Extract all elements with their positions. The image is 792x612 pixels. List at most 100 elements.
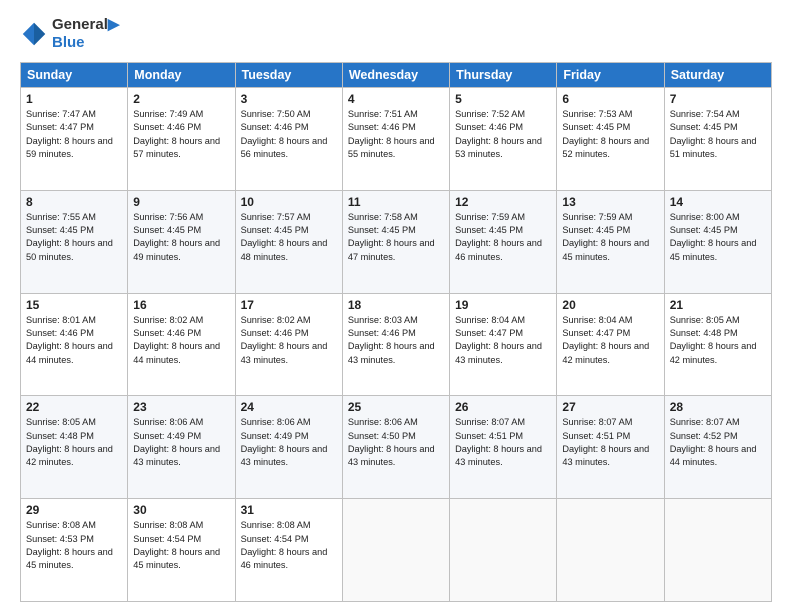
day-number: 29 — [26, 503, 122, 517]
logo-icon — [20, 20, 48, 48]
day-number: 18 — [348, 298, 444, 312]
day-info: Sunrise: 7:47 AMSunset: 4:47 PMDaylight:… — [26, 108, 122, 161]
day-info: Sunrise: 7:58 AMSunset: 4:45 PMDaylight:… — [348, 211, 444, 264]
day-info: Sunrise: 7:52 AMSunset: 4:46 PMDaylight:… — [455, 108, 551, 161]
day-info: Sunrise: 7:56 AMSunset: 4:45 PMDaylight:… — [133, 211, 229, 264]
day-cell — [450, 499, 557, 602]
day-cell: 26 Sunrise: 8:07 AMSunset: 4:51 PMDayligh… — [450, 396, 557, 499]
day-number: 17 — [241, 298, 337, 312]
day-cell: 29 Sunrise: 8:08 AMSunset: 4:53 PMDayligh… — [21, 499, 128, 602]
day-cell: 18 Sunrise: 8:03 AMSunset: 4:46 PMDayligh… — [342, 293, 449, 396]
day-number: 6 — [562, 92, 658, 106]
day-cell: 21 Sunrise: 8:05 AMSunset: 4:48 PMDayligh… — [664, 293, 771, 396]
day-cell: 2Sunrise: 7:49 AMSunset: 4:46 PMDaylight… — [128, 88, 235, 191]
logo: General▶ Blue — [20, 16, 119, 52]
header: General▶ Blue — [20, 16, 772, 52]
day-number: 1 — [26, 92, 122, 106]
day-cell: 15Sunrise: 8:01 AMSunset: 4:46 PMDayligh… — [21, 293, 128, 396]
day-cell: 9 Sunrise: 7:56 AMSunset: 4:45 PMDaylight… — [128, 190, 235, 293]
weekday-wednesday: Wednesday — [342, 63, 449, 88]
day-cell: 19 Sunrise: 8:04 AMSunset: 4:47 PMDayligh… — [450, 293, 557, 396]
day-cell: 4Sunrise: 7:51 AMSunset: 4:46 PMDaylight… — [342, 88, 449, 191]
day-number: 12 — [455, 195, 551, 209]
day-number: 20 — [562, 298, 658, 312]
day-cell: 16 Sunrise: 8:02 AMSunset: 4:46 PMDayligh… — [128, 293, 235, 396]
day-cell: 7 Sunrise: 7:54 AMSunset: 4:45 PMDaylight… — [664, 88, 771, 191]
day-info: Sunrise: 8:08 AMSunset: 4:54 PMDaylight:… — [133, 519, 229, 572]
weekday-thursday: Thursday — [450, 63, 557, 88]
day-info: Sunrise: 8:02 AMSunset: 4:46 PMDaylight:… — [241, 314, 337, 367]
day-number: 21 — [670, 298, 766, 312]
day-number: 11 — [348, 195, 444, 209]
day-info: Sunrise: 8:00 AMSunset: 4:45 PMDaylight:… — [670, 211, 766, 264]
day-number: 26 — [455, 400, 551, 414]
day-number: 31 — [241, 503, 337, 517]
page: General▶ Blue SundayMondayTuesdayWednesd… — [0, 0, 792, 612]
weekday-tuesday: Tuesday — [235, 63, 342, 88]
day-info: Sunrise: 8:04 AMSunset: 4:47 PMDaylight:… — [562, 314, 658, 367]
day-cell: 13 Sunrise: 7:59 AMSunset: 4:45 PMDayligh… — [557, 190, 664, 293]
day-cell: 6 Sunrise: 7:53 AMSunset: 4:45 PMDaylight… — [557, 88, 664, 191]
week-row-2: 8 Sunrise: 7:55 AMSunset: 4:45 PMDaylight… — [21, 190, 772, 293]
weekday-sunday: Sunday — [21, 63, 128, 88]
day-cell — [342, 499, 449, 602]
day-number: 9 — [133, 195, 229, 209]
day-info: Sunrise: 7:49 AMSunset: 4:46 PMDaylight:… — [133, 108, 229, 161]
day-info: Sunrise: 7:51 AMSunset: 4:46 PMDaylight:… — [348, 108, 444, 161]
day-number: 23 — [133, 400, 229, 414]
day-info: Sunrise: 8:06 AMSunset: 4:49 PMDaylight:… — [133, 416, 229, 469]
day-number: 19 — [455, 298, 551, 312]
day-info: Sunrise: 7:55 AMSunset: 4:45 PMDaylight:… — [26, 211, 122, 264]
day-info: Sunrise: 7:54 AMSunset: 4:45 PMDaylight:… — [670, 108, 766, 161]
day-number: 30 — [133, 503, 229, 517]
day-number: 16 — [133, 298, 229, 312]
day-info: Sunrise: 8:05 AMSunset: 4:48 PMDaylight:… — [670, 314, 766, 367]
day-number: 8 — [26, 195, 122, 209]
day-cell: 25Sunrise: 8:06 AMSunset: 4:50 PMDayligh… — [342, 396, 449, 499]
day-cell: 22 Sunrise: 8:05 AMSunset: 4:48 PMDayligh… — [21, 396, 128, 499]
day-cell — [664, 499, 771, 602]
day-number: 13 — [562, 195, 658, 209]
day-info: Sunrise: 8:07 AMSunset: 4:52 PMDaylight:… — [670, 416, 766, 469]
day-number: 28 — [670, 400, 766, 414]
day-number: 27 — [562, 400, 658, 414]
day-info: Sunrise: 8:03 AMSunset: 4:46 PMDaylight:… — [348, 314, 444, 367]
day-cell: 8 Sunrise: 7:55 AMSunset: 4:45 PMDaylight… — [21, 190, 128, 293]
logo-text: General▶ Blue — [52, 16, 119, 52]
weekday-friday: Friday — [557, 63, 664, 88]
day-info: Sunrise: 7:59 AMSunset: 4:45 PMDaylight:… — [562, 211, 658, 264]
day-cell: 23 Sunrise: 8:06 AMSunset: 4:49 PMDayligh… — [128, 396, 235, 499]
day-number: 5 — [455, 92, 551, 106]
day-info: Sunrise: 8:07 AMSunset: 4:51 PMDaylight:… — [562, 416, 658, 469]
weekday-monday: Monday — [128, 63, 235, 88]
day-cell — [557, 499, 664, 602]
day-cell: 31Sunrise: 8:08 AMSunset: 4:54 PMDayligh… — [235, 499, 342, 602]
day-cell: 30 Sunrise: 8:08 AMSunset: 4:54 PMDayligh… — [128, 499, 235, 602]
day-info: Sunrise: 8:02 AMSunset: 4:46 PMDaylight:… — [133, 314, 229, 367]
day-info: Sunrise: 8:06 AMSunset: 4:50 PMDaylight:… — [348, 416, 444, 469]
day-cell: 10Sunrise: 7:57 AMSunset: 4:45 PMDayligh… — [235, 190, 342, 293]
day-cell: 24 Sunrise: 8:06 AMSunset: 4:49 PMDayligh… — [235, 396, 342, 499]
day-cell: 5 Sunrise: 7:52 AMSunset: 4:46 PMDaylight… — [450, 88, 557, 191]
day-number: 3 — [241, 92, 337, 106]
day-info: Sunrise: 8:07 AMSunset: 4:51 PMDaylight:… — [455, 416, 551, 469]
day-number: 10 — [241, 195, 337, 209]
weekday-header-row: SundayMondayTuesdayWednesdayThursdayFrid… — [21, 63, 772, 88]
week-row-4: 22 Sunrise: 8:05 AMSunset: 4:48 PMDayligh… — [21, 396, 772, 499]
day-info: Sunrise: 8:04 AMSunset: 4:47 PMDaylight:… — [455, 314, 551, 367]
day-info: Sunrise: 8:05 AMSunset: 4:48 PMDaylight:… — [26, 416, 122, 469]
day-number: 24 — [241, 400, 337, 414]
day-cell: 12 Sunrise: 7:59 AMSunset: 4:45 PMDayligh… — [450, 190, 557, 293]
day-info: Sunrise: 7:53 AMSunset: 4:45 PMDaylight:… — [562, 108, 658, 161]
day-number: 14 — [670, 195, 766, 209]
day-cell: 3 Sunrise: 7:50 AMSunset: 4:46 PMDaylight… — [235, 88, 342, 191]
day-cell: 28 Sunrise: 8:07 AMSunset: 4:52 PMDayligh… — [664, 396, 771, 499]
day-cell: 11 Sunrise: 7:58 AMSunset: 4:45 PMDayligh… — [342, 190, 449, 293]
day-info: Sunrise: 7:59 AMSunset: 4:45 PMDaylight:… — [455, 211, 551, 264]
day-info: Sunrise: 8:06 AMSunset: 4:49 PMDaylight:… — [241, 416, 337, 469]
day-number: 7 — [670, 92, 766, 106]
week-row-3: 15Sunrise: 8:01 AMSunset: 4:46 PMDayligh… — [21, 293, 772, 396]
day-info: Sunrise: 8:08 AMSunset: 4:53 PMDaylight:… — [26, 519, 122, 572]
day-number: 22 — [26, 400, 122, 414]
day-info: Sunrise: 7:50 AMSunset: 4:46 PMDaylight:… — [241, 108, 337, 161]
